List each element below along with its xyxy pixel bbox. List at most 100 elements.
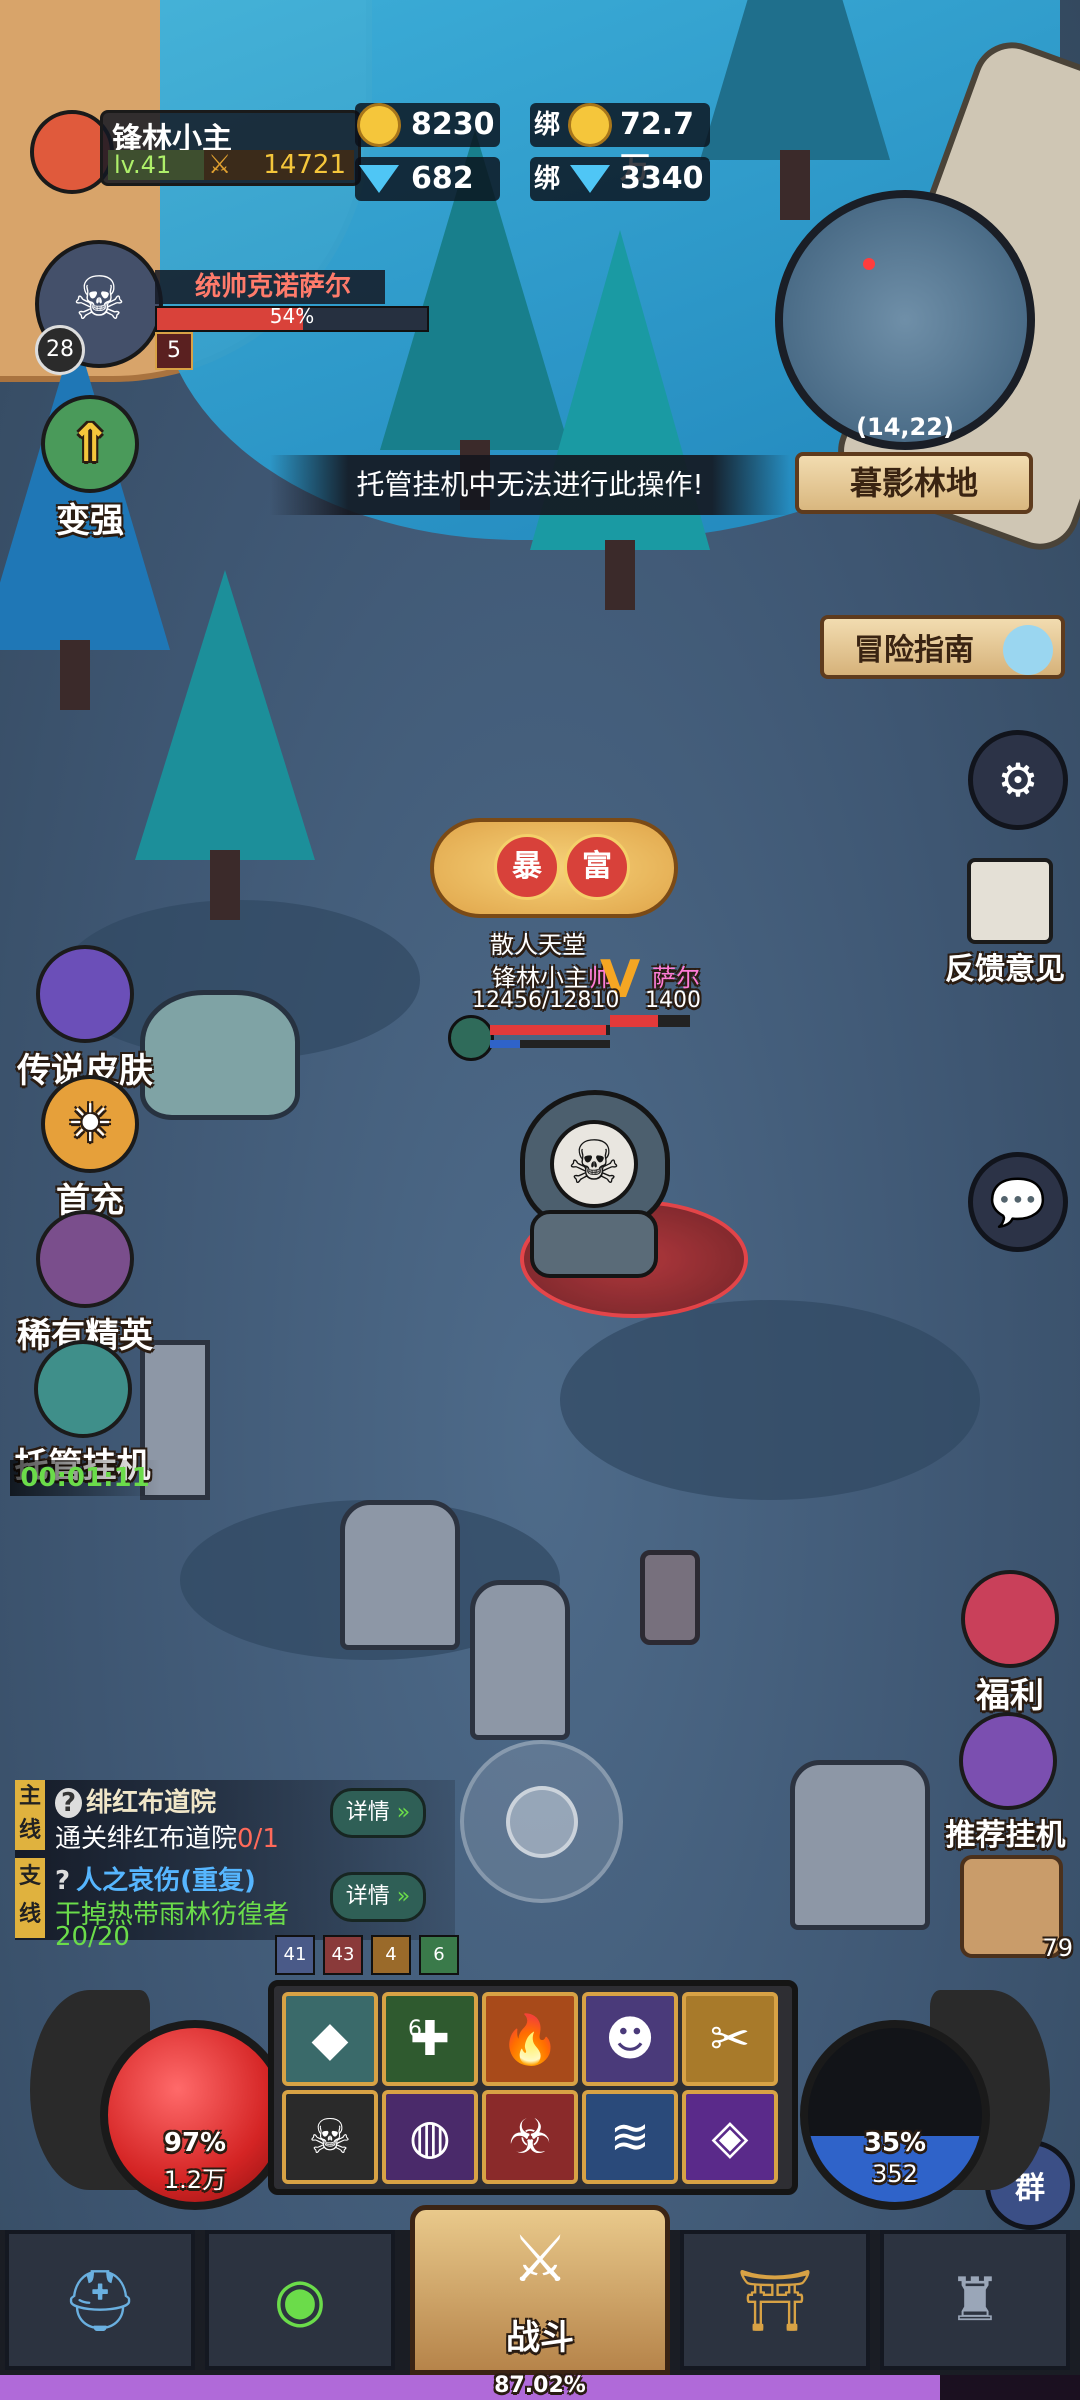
legend-skin-button[interactable]: 传说皮肤 [5, 945, 165, 1092]
skill-slot[interactable]: ✚ 6 [382, 1992, 478, 2086]
character-hp-text: 12456/12810 [472, 988, 620, 1013]
skill-slot[interactable]: ☠ [282, 2090, 378, 2184]
auto-battle-icon [33, 1340, 132, 1438]
rare-elite-button[interactable]: 稀有精英 [5, 1210, 165, 1357]
horned-helmet-icon [36, 1210, 134, 1308]
main-quest-desc: 通关绯红布道院 [55, 1824, 238, 1854]
heal-skill-badge: 6 [408, 2016, 422, 2042]
tab-hero[interactable]: ⛑ [5, 2230, 195, 2370]
pine-tree [135, 570, 315, 920]
buff-count: 41 [275, 1935, 315, 1975]
skill-slot[interactable]: ≋ [582, 2090, 678, 2184]
skill-slot[interactable]: ☣ [482, 2090, 578, 2184]
skill-slot[interactable]: ◈ [682, 2090, 778, 2184]
battle-tab-label: 战斗 [506, 2318, 574, 2358]
guild-name: 散人天堂 [490, 931, 586, 959]
toast-message: 托管挂机中无法进行此操作! [270, 455, 790, 515]
player-character[interactable]: ☠ [490, 1070, 690, 1278]
gold-value: 8230 [411, 107, 495, 142]
side-quest-title-line: ? 人之哀伤(重复) [55, 1860, 256, 1897]
welfare-button[interactable]: 福利 [950, 1570, 1070, 1717]
skill-slot[interactable]: ◆ [282, 1992, 378, 2086]
player-marker-icon [863, 258, 875, 270]
side-quest-detail-button[interactable]: 详情 » [330, 1872, 426, 1922]
recommend-auto-button[interactable]: 推荐挂机 [935, 1712, 1080, 1854]
pet-progress-text: 54% [269, 304, 315, 328]
enemy-hp-text: 1400 [645, 988, 701, 1013]
castle-icon: ♜ [948, 2265, 1002, 2335]
feedback-button[interactable]: 反馈意见 [940, 858, 1080, 988]
gold-coin-icon [357, 103, 401, 147]
water-skill-icon: ≋ [609, 2109, 651, 2165]
skill-slot[interactable]: ✂ [682, 1992, 778, 2086]
double-chevron-icon: » [389, 1884, 411, 1909]
adventure-guide-button[interactable]: 冒险指南 [820, 615, 1065, 679]
strengthen-button[interactable]: ⇑ 变强 [20, 395, 160, 542]
gem-counter[interactable]: 682 [355, 157, 500, 201]
hp-percent: 97% [163, 2128, 227, 2158]
skill-slot[interactable]: ☻ [582, 1992, 678, 2086]
witch-skill-icon: ☻ [604, 2011, 656, 2067]
skill-slot[interactable]: ◍ [382, 2090, 478, 2184]
player-power: ⚔ 14721 [204, 150, 354, 180]
recommend-auto-label: 推荐挂机 [945, 1818, 1066, 1853]
settings-button[interactable]: ⚙ [968, 730, 1068, 830]
mp-value: 352 [872, 2160, 918, 2188]
buff-count: 43 [323, 1935, 363, 1975]
skull-skill-icon: ☠ [308, 2109, 352, 2165]
hp-value: 1.2万 [163, 2166, 227, 2194]
legend-skin-icon [36, 945, 134, 1043]
exp-bar: 87.02% [0, 2373, 1080, 2400]
main-quest-title-line: ? 绯红布道院 [55, 1782, 216, 1819]
hp-orb-frame: 97% 1.2万 [30, 1990, 300, 2230]
joystick-knob[interactable] [506, 1786, 578, 1858]
pet-count-badge: 5 [155, 332, 193, 370]
chat-button[interactable]: 💬 [968, 1152, 1068, 1252]
skill-grid: ◆ ✚ 6 🔥 ☻ ✂ ☠ ◍ ☣ ≋ ◈ [282, 1992, 784, 2184]
item-count: 79 [1042, 1934, 1073, 1962]
tombstone [470, 1580, 570, 1740]
pincer-skill-icon: ✂ [709, 2011, 751, 2067]
tab-altar[interactable]: ⛩ [680, 2230, 870, 2370]
bound-gold-counter[interactable]: 绑 72.7万 [530, 103, 710, 186]
player-panel[interactable]: 锋林小主 lv.41 ⚔ 14721 [30, 110, 361, 194]
wealth-buff-banner: 暴 富 [430, 818, 678, 918]
crystal-skill-icon: ◈ [711, 2109, 749, 2165]
zone-name-banner: 暮影林地 [795, 452, 1033, 514]
minimap-coords: (14,22) [856, 413, 954, 441]
ghost-skill-icon: ◍ [409, 2109, 451, 2165]
class-emblem-icon [448, 1015, 494, 1061]
tab-battle[interactable]: ⚔ 战斗 [410, 2205, 670, 2375]
side-quest-tag: 支线 [15, 1858, 45, 1938]
adventure-guide-label: 冒险指南 [854, 633, 974, 668]
tab-castle[interactable]: ♜ [880, 2230, 1070, 2370]
pet-level-badge: 28 [35, 325, 85, 375]
crossed-axes-icon: ⚔ [511, 2223, 569, 2297]
fire-skill-icon: 🔥 [500, 2011, 560, 2068]
skill-panel: ◆ ✚ 6 🔥 ☻ ✂ ☠ ◍ ☣ ≋ ◈ [268, 1980, 798, 2195]
feedback-label: 反馈意见 [945, 952, 1065, 987]
inventory-item-button[interactable]: 79 [960, 1855, 1073, 1962]
gold-counter[interactable]: 8230 [355, 103, 500, 147]
main-quest-desc-line: 通关绯红布道院0/1 [55, 1818, 279, 1855]
auto-battle-timer: 00:01:11 [10, 1460, 160, 1496]
gem-skill-icon: ◆ [311, 2011, 349, 2067]
power-icon: ⚔ [208, 150, 232, 180]
bound-gem-counter[interactable]: 绑 3340 [530, 157, 710, 201]
main-quest-detail-button[interactable]: 详情 » [330, 1788, 426, 1838]
skill-slot[interactable]: 🔥 [482, 1992, 578, 2086]
main-quest-progress: 0/1 [237, 1824, 279, 1854]
virtual-joystick[interactable] [460, 1740, 623, 1903]
gear-icon: ⚙ [997, 753, 1039, 807]
buff-char-left: 暴 [494, 834, 560, 900]
mp-percent: 35% [863, 2128, 927, 2158]
buff-count: 4 [371, 1935, 411, 1975]
main-quest-tag: 主线 [15, 1780, 45, 1850]
minimap[interactable]: (14,22) [775, 190, 1035, 450]
gift-bag-icon [961, 1570, 1059, 1668]
tab-mage[interactable]: ◉ [205, 2230, 395, 2370]
character-mp-bar [490, 1040, 610, 1048]
first-charge-button[interactable]: ☀ 首充 [20, 1075, 160, 1222]
gem-value: 682 [411, 161, 474, 196]
pet-panel[interactable]: ☠ 统帅克诺萨尔 54% 28 5 [35, 240, 429, 375]
